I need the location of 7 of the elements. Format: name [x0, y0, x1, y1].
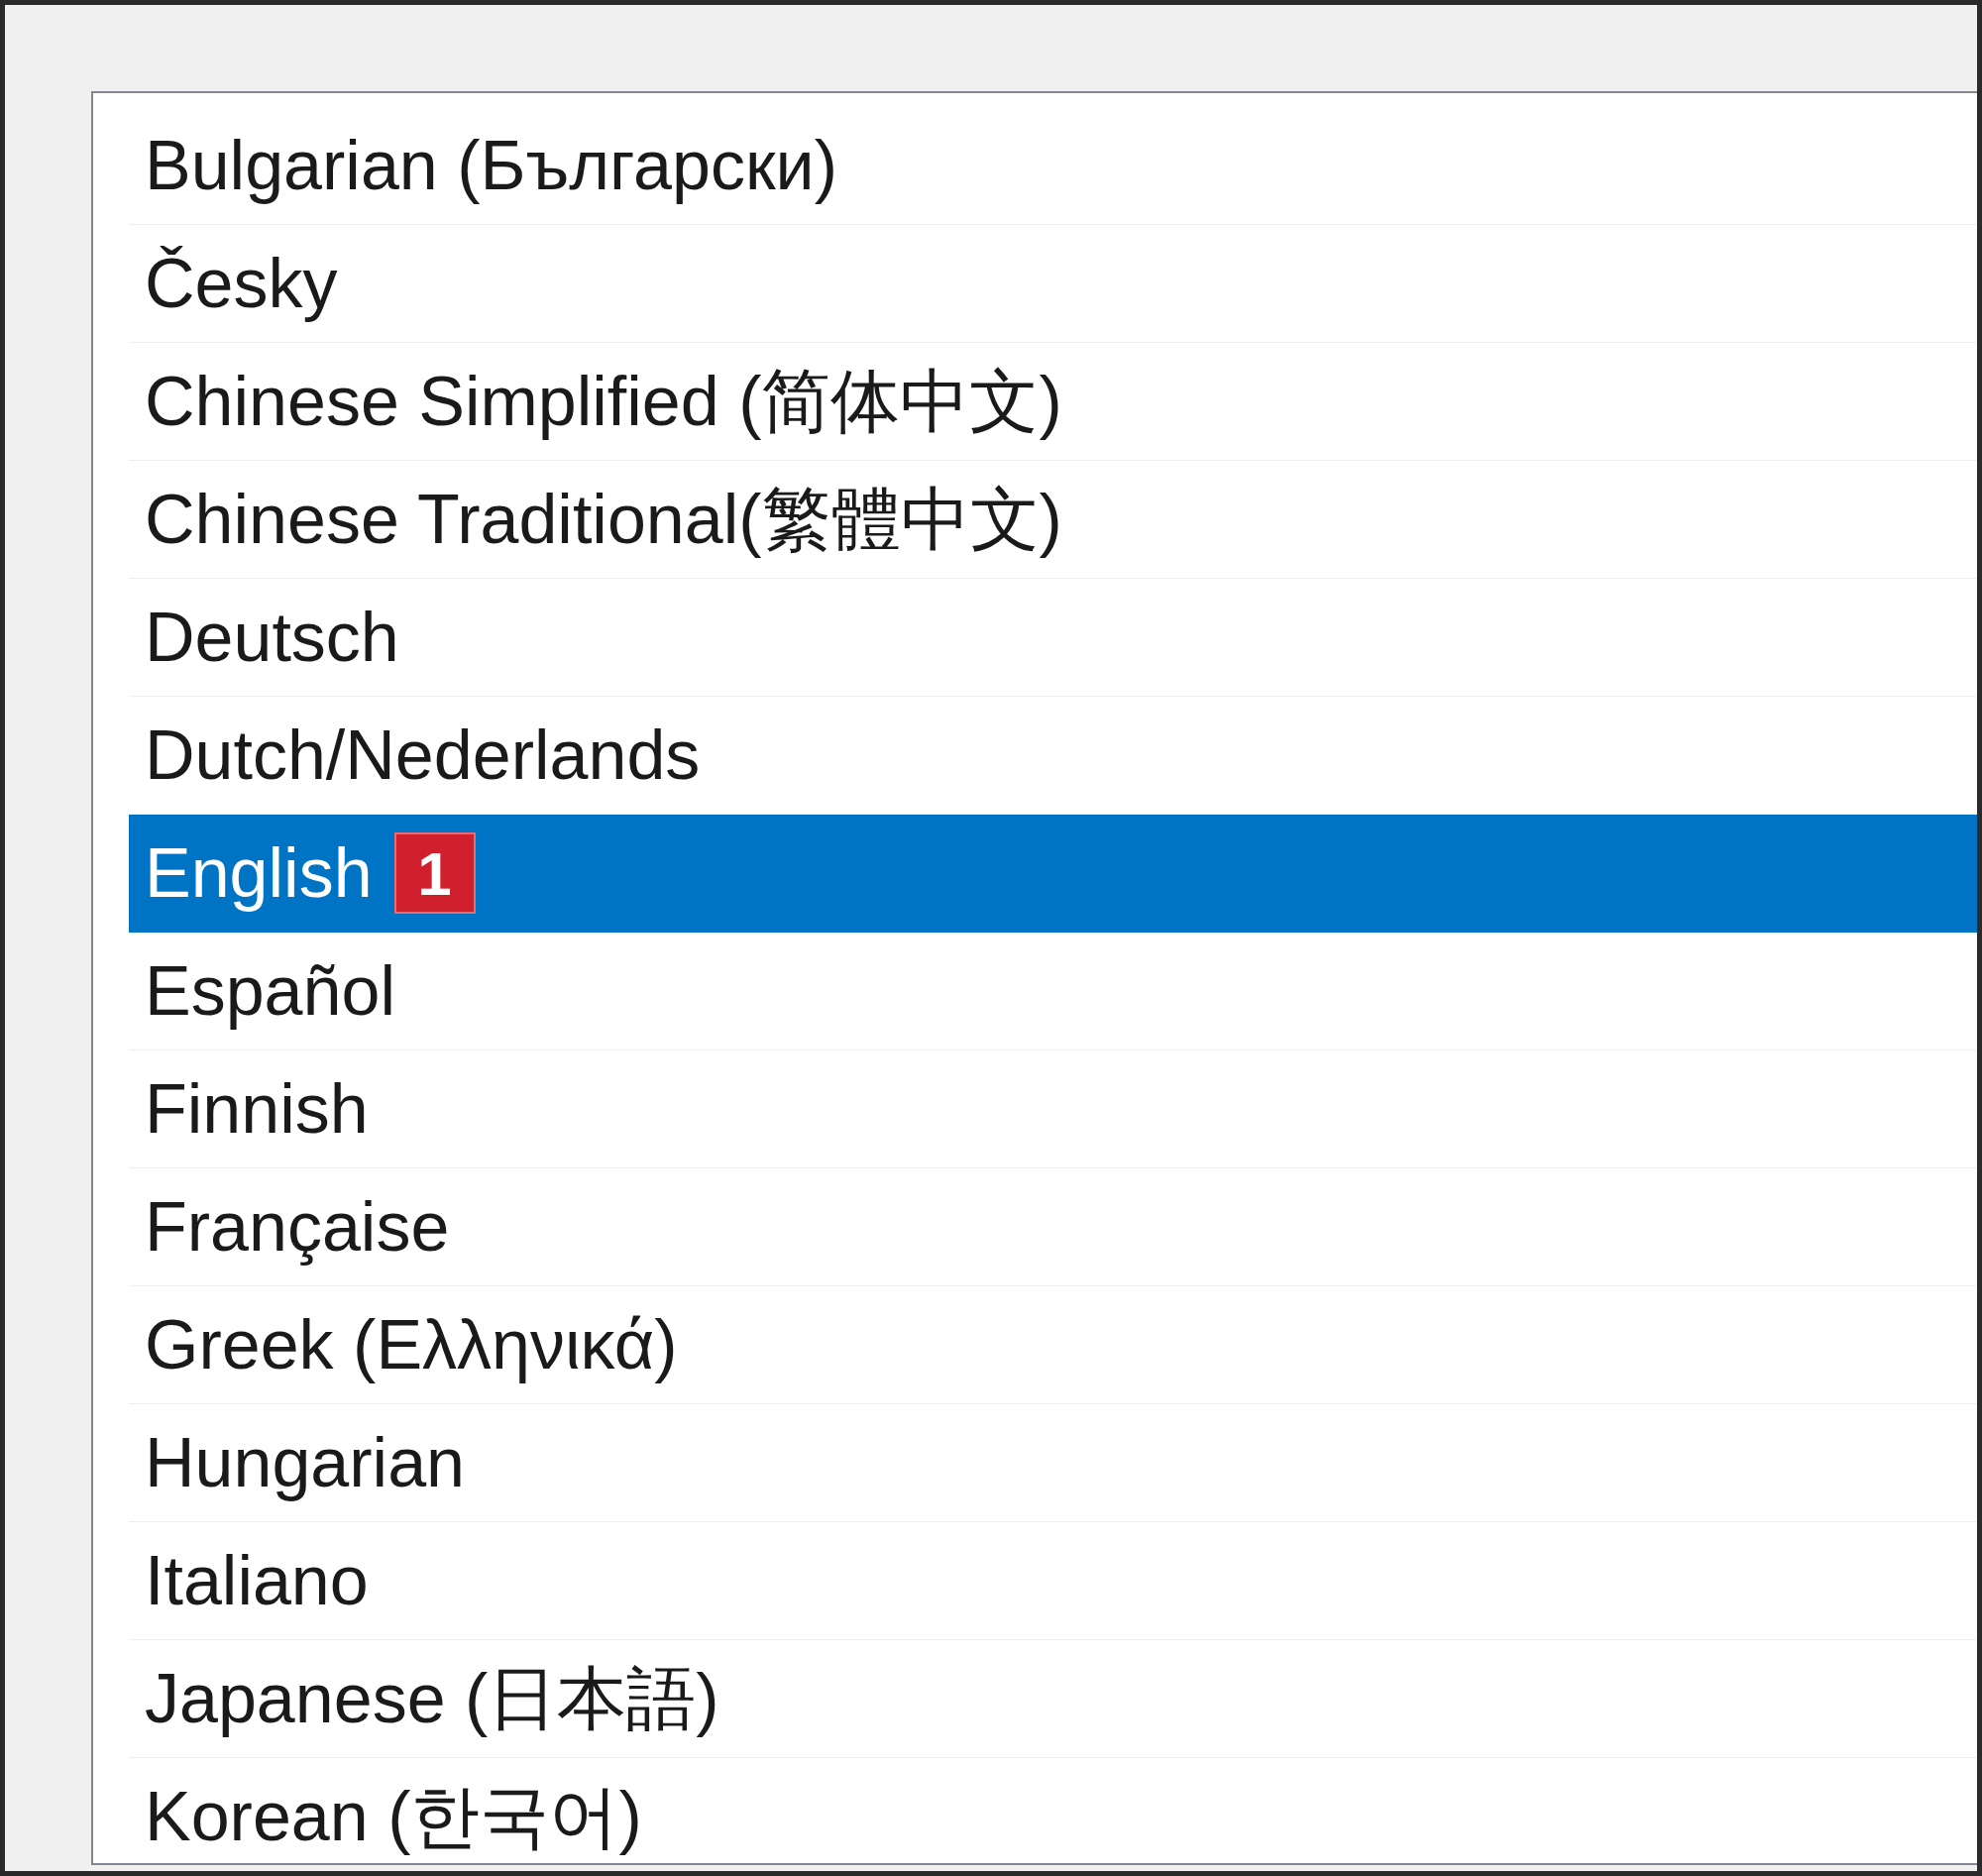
language-label: Italiano: [145, 1546, 369, 1615]
language-label: Finnish: [145, 1074, 369, 1144]
language-label: Deutsch: [145, 603, 399, 672]
language-item[interactable]: English 1: [129, 815, 1977, 933]
callout-badge: 1: [393, 832, 476, 914]
language-label: Dutch/Nederlands: [145, 720, 701, 790]
language-list[interactable]: [91, 91, 1977, 1865]
